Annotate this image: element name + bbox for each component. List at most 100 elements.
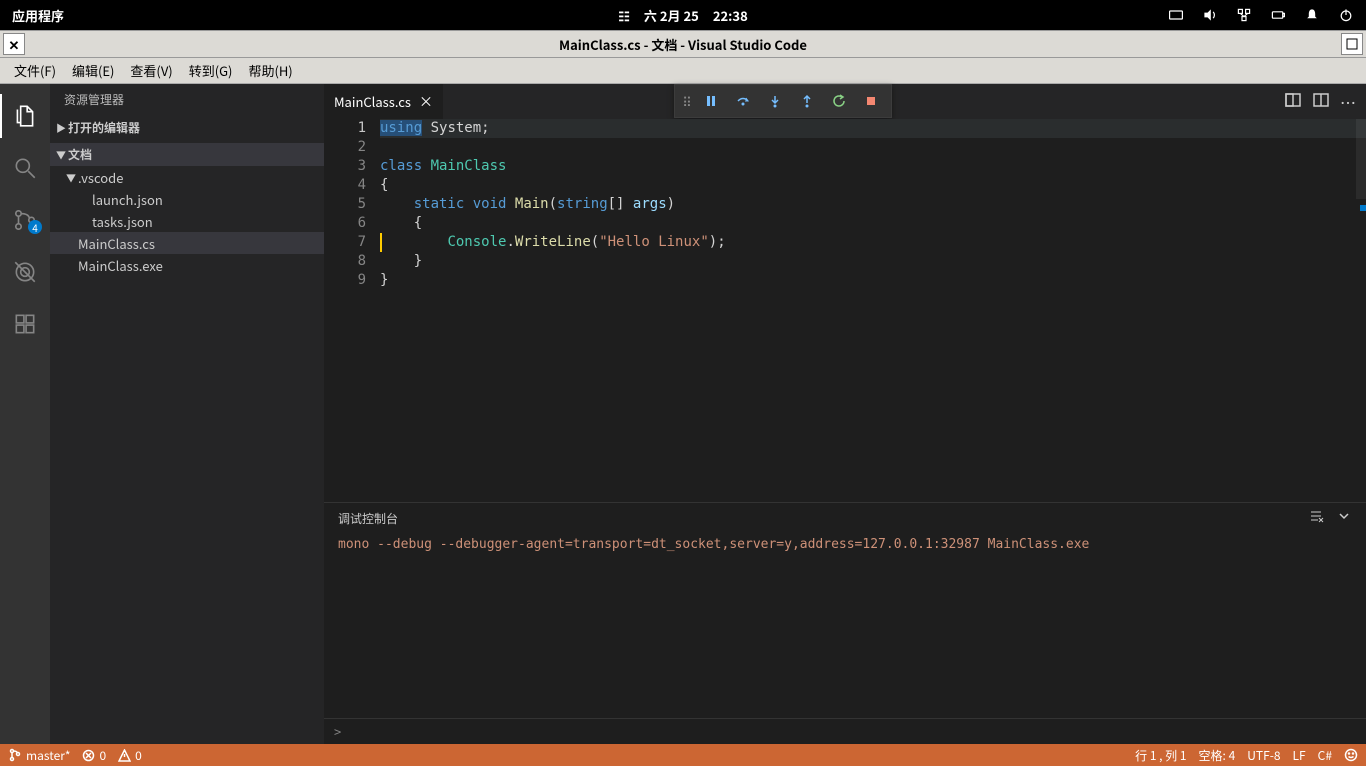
line-number: 6 (324, 214, 366, 233)
date-text: 六 2月 25 (644, 6, 699, 25)
collapse-panel-icon[interactable] (1336, 508, 1352, 528)
feedback-icon[interactable] (1344, 748, 1358, 762)
code-line[interactable]: { (380, 214, 1366, 233)
activity-extensions[interactable] (0, 302, 50, 346)
chevron-right-icon: ▶ (54, 120, 68, 135)
window-title: MainClass.cs - 文档 - Visual Studio Code (28, 35, 1338, 54)
code-line[interactable]: class MainClass (380, 157, 1366, 176)
git-branch-status[interactable]: master* (8, 747, 70, 764)
applications-menu[interactable]: 应用程序 (12, 6, 64, 25)
more-icon[interactable]: ⋯ (1340, 90, 1356, 114)
line-number: 4 (324, 176, 366, 195)
debug-console-panel: 调试控制台 mono --debug --debugger-agent=tran… (324, 502, 1366, 744)
activity-debug[interactable] (0, 250, 50, 294)
folder-label: 文档 (68, 146, 92, 163)
menu-view[interactable]: 查看(V) (122, 58, 180, 83)
menu-goto[interactable]: 转到(G) (181, 58, 241, 83)
tree-item-label: .vscode (78, 168, 123, 187)
clock-area[interactable]: ☷ 六 2月 25 22:38 (618, 6, 747, 25)
line-number: 9 (324, 271, 366, 290)
code-line[interactable]: static void Main(string[] args) (380, 195, 1366, 214)
tree-folder-vscode[interactable]: ▼ .vscode (50, 166, 324, 188)
scm-badge: 4 (28, 220, 42, 234)
power-icon[interactable] (1338, 7, 1354, 23)
language-status[interactable]: C# (1318, 747, 1332, 764)
keyboard-icon[interactable] (1168, 7, 1184, 23)
editor-tab-mainclass[interactable]: MainClass.cs × (324, 84, 444, 119)
split-editor-icon[interactable] (1284, 91, 1302, 113)
close-icon[interactable]: × (419, 92, 433, 112)
menu-help[interactable]: 帮助(H) (240, 58, 300, 83)
window-close-button[interactable]: ✕ (3, 33, 25, 55)
code-editor[interactable]: 123456789 using System;class MainClass{ … (324, 119, 1366, 502)
line-number: 5 (324, 195, 366, 214)
activity-search[interactable] (0, 146, 50, 190)
line-number: 1 (324, 119, 366, 138)
explorer-title: 资源管理器 (50, 84, 324, 114)
line-number: 2 (324, 138, 366, 157)
tab-bar: MainClass.cs × ⠿ ⋯ (324, 84, 1366, 119)
tree-item-label: launch.json (92, 190, 163, 209)
network-icon[interactable] (1236, 7, 1252, 23)
debug-step-into-button[interactable] (761, 87, 789, 115)
status-bar: master* 0 0 行 1 , 列 1 空格: 4 UTF-8 LF C# (0, 744, 1366, 766)
warnings-status[interactable]: 0 (118, 747, 142, 764)
open-editors-section[interactable]: ▶ 打开的编辑器 (50, 116, 324, 139)
tree-file-launch[interactable]: launch.json (50, 188, 324, 210)
minimap-slider[interactable] (1356, 119, 1366, 199)
code-line[interactable]: { (380, 176, 1366, 195)
debug-step-out-button[interactable] (793, 87, 821, 115)
code-line[interactable] (380, 138, 1366, 157)
scroll-marker (1360, 205, 1366, 211)
calendar-icon: ☷ (618, 6, 630, 25)
battery-icon[interactable] (1270, 7, 1286, 23)
activity-explorer[interactable] (0, 94, 50, 138)
debug-floating-toolbar[interactable]: ⠿ (674, 84, 892, 118)
debug-pause-button[interactable] (697, 87, 725, 115)
panel-title[interactable]: 调试控制台 (338, 510, 1308, 527)
tree-item-label: MainClass.exe (78, 256, 163, 275)
cursor-position-status[interactable]: 行 1 , 列 1 (1135, 747, 1186, 764)
menu-edit[interactable]: 编辑(E) (64, 58, 122, 83)
tree-item-label: MainClass.cs (78, 234, 155, 253)
debug-console-output[interactable]: mono --debug --debugger-agent=transport=… (324, 533, 1366, 718)
code-line[interactable]: Console.WriteLine("Hello Linux"); (380, 233, 1366, 252)
code-line[interactable]: using System; (380, 119, 1366, 138)
clear-console-icon[interactable] (1308, 508, 1324, 528)
debug-stop-button[interactable] (857, 87, 885, 115)
warning-count: 0 (135, 747, 142, 764)
tree-file-mainclass-exe[interactable]: MainClass.exe (50, 254, 324, 276)
volume-icon[interactable] (1202, 7, 1218, 23)
window-maximize-button[interactable] (1341, 33, 1363, 55)
open-editors-label: 打开的编辑器 (68, 119, 140, 136)
tree-file-mainclass-cs[interactable]: MainClass.cs (50, 232, 324, 254)
tree-file-tasks[interactable]: tasks.json (50, 210, 324, 232)
notifications-icon[interactable] (1304, 7, 1320, 23)
debug-console-input[interactable]: > (324, 718, 1366, 744)
line-number: 8 (324, 252, 366, 271)
code-content[interactable]: using System;class MainClass{ static voi… (380, 119, 1366, 502)
drag-handle-icon[interactable]: ⠿ (681, 92, 693, 111)
time-text: 22:38 (713, 6, 748, 25)
system-top-bar: 应用程序 ☷ 六 2月 25 22:38 (0, 0, 1366, 30)
editor-actions: ⋯ (1284, 84, 1366, 119)
tree-item-label: tasks.json (92, 212, 153, 231)
folder-section[interactable]: ▼ 文档 (50, 143, 324, 166)
encoding-status[interactable]: UTF-8 (1247, 747, 1280, 764)
debug-restart-button[interactable] (825, 87, 853, 115)
errors-status[interactable]: 0 (82, 747, 106, 764)
menu-file[interactable]: 文件(F) (6, 58, 64, 83)
activity-scm[interactable]: 4 (0, 198, 50, 242)
indentation-status[interactable]: 空格: 4 (1199, 747, 1236, 764)
tab-label: MainClass.cs (334, 92, 411, 111)
code-line[interactable]: } (380, 271, 1366, 290)
chevron-down-icon: ▼ (64, 170, 78, 185)
menu-bar: 文件(F) 编辑(E) 查看(V) 转到(G) 帮助(H) (0, 58, 1366, 84)
line-number: 3 (324, 157, 366, 176)
debug-step-over-button[interactable] (729, 87, 757, 115)
eol-status[interactable]: LF (1293, 747, 1306, 764)
layout-icon[interactable] (1312, 91, 1330, 113)
editor-area: MainClass.cs × ⠿ ⋯ 123456789 (324, 84, 1366, 744)
chevron-down-icon: ▼ (54, 147, 68, 162)
code-line[interactable]: } (380, 252, 1366, 271)
